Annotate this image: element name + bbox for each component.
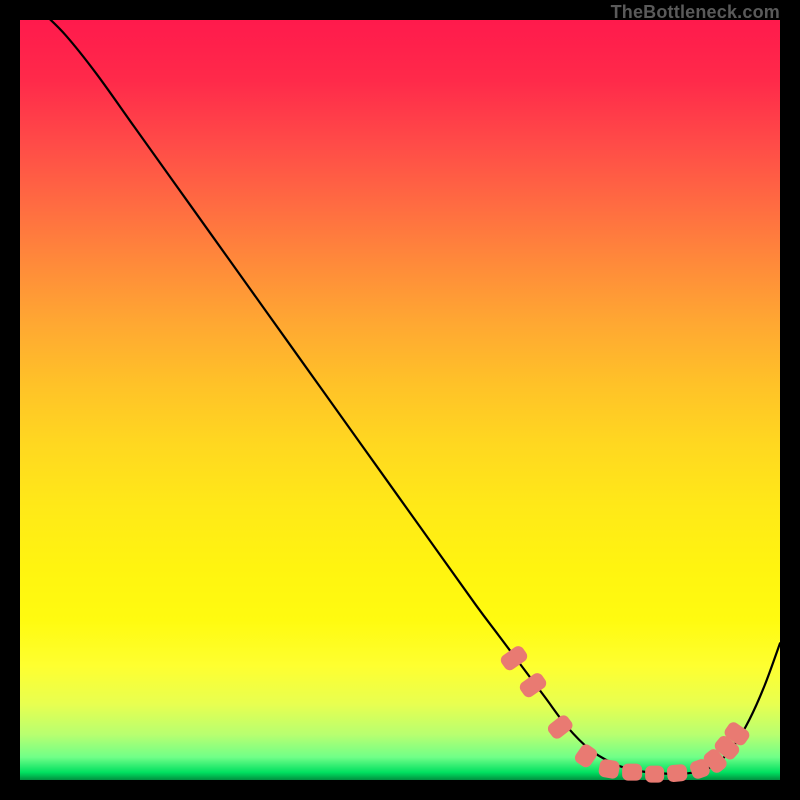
- plot-area: [20, 20, 780, 780]
- curve-marker: [622, 764, 642, 781]
- curve-marker: [499, 644, 530, 673]
- curve-marker: [573, 742, 600, 770]
- curve-marker: [598, 759, 621, 780]
- curve-marker: [518, 671, 549, 700]
- curve-marker: [545, 713, 574, 741]
- marker-layer: [20, 20, 780, 780]
- curve-marker: [667, 764, 688, 782]
- curve-marker: [645, 766, 665, 783]
- chart-root: TheBottleneck.com: [0, 0, 800, 800]
